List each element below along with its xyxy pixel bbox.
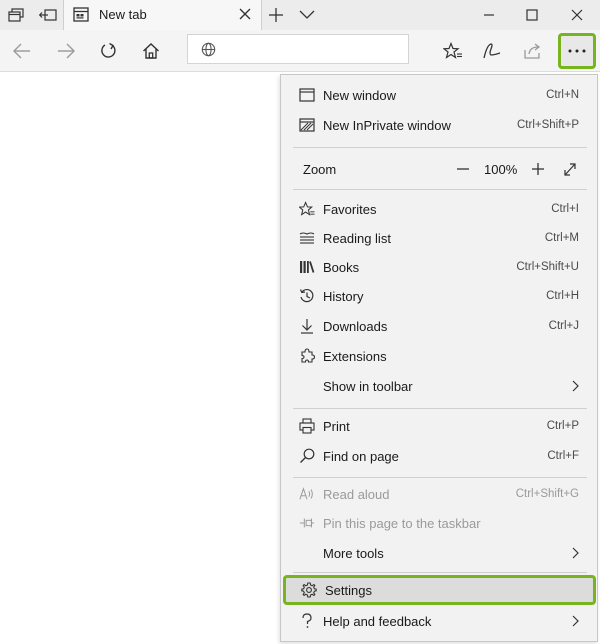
new-tab-icon[interactable] — [267, 6, 285, 24]
menu-item-find-on-page[interactable]: Find on page Ctrl+F — [281, 442, 599, 470]
tab-title: New tab — [99, 7, 147, 22]
set-aside-tabs-icon[interactable] — [37, 5, 59, 25]
tab-list-chevron-icon[interactable] — [298, 8, 316, 22]
settings-more-menu: New window Ctrl+N New InPrivate window C… — [280, 74, 598, 642]
chevron-right-icon — [570, 380, 580, 392]
menu-item-downloads[interactable]: Downloads Ctrl+J — [281, 312, 599, 340]
menu-item-new-inprivate-window[interactable]: New InPrivate window Ctrl+Shift+P — [281, 111, 599, 139]
menu-item-help-and-feedback[interactable]: Help and feedback — [281, 607, 599, 635]
menu-separator — [293, 408, 587, 409]
inprivate-icon — [299, 117, 315, 133]
chevron-right-icon — [570, 615, 580, 627]
pen-notes-icon[interactable] — [480, 39, 504, 63]
globe-icon — [201, 42, 216, 57]
pin-icon — [299, 515, 315, 531]
menu-item-new-window[interactable]: New window Ctrl+N — [281, 81, 599, 109]
menu-item-books[interactable]: Books Ctrl+Shift+U — [281, 253, 599, 281]
menu-item-read-aloud: Read aloud Ctrl+Shift+G — [281, 480, 599, 508]
back-icon[interactable] — [10, 39, 34, 63]
menu-separator — [293, 477, 587, 478]
extensions-icon — [299, 348, 315, 364]
navigation-toolbar — [0, 30, 600, 72]
close-icon[interactable] — [554, 0, 600, 30]
menu-item-more-tools[interactable]: More tools — [281, 539, 599, 567]
address-bar[interactable] — [187, 34, 409, 64]
minimize-icon[interactable] — [466, 0, 512, 30]
forward-icon[interactable] — [54, 39, 78, 63]
menu-item-show-in-toolbar[interactable]: Show in toolbar — [281, 372, 599, 400]
menu-separator — [293, 572, 587, 573]
menu-item-favorites[interactable]: Favorites Ctrl+I — [281, 195, 599, 223]
search-icon — [299, 448, 315, 464]
menu-item-pin-to-taskbar: Pin this page to the taskbar — [281, 509, 599, 537]
menu-item-history[interactable]: History Ctrl+H — [281, 282, 599, 310]
history-icon — [299, 288, 315, 304]
read-aloud-icon — [299, 486, 315, 502]
menu-item-reading-list[interactable]: Reading list Ctrl+M — [281, 224, 599, 252]
gear-icon — [301, 582, 317, 598]
more-ellipsis-icon[interactable] — [558, 33, 596, 69]
menu-separator — [293, 189, 587, 190]
newtab-page-icon — [73, 7, 89, 22]
menu-item-print[interactable]: Print Ctrl+P — [281, 412, 599, 440]
share-icon[interactable] — [521, 39, 545, 63]
books-icon — [299, 259, 315, 275]
window-icon — [299, 87, 315, 103]
close-tab-icon[interactable] — [237, 6, 253, 22]
menu-item-extensions[interactable]: Extensions — [281, 342, 599, 370]
favorites-icon — [299, 201, 315, 217]
refresh-icon[interactable] — [96, 39, 120, 63]
zoom-value: 100% — [484, 162, 518, 177]
menu-separator — [293, 147, 587, 148]
home-icon[interactable] — [139, 39, 163, 63]
zoom-label: Zoom — [303, 162, 337, 177]
download-icon — [299, 318, 315, 334]
address-input[interactable] — [224, 40, 400, 58]
zoom-in-icon[interactable] — [530, 160, 546, 178]
maximize-icon[interactable] — [509, 0, 555, 30]
menu-item-settings[interactable]: Settings — [283, 575, 596, 605]
zoom-out-icon[interactable] — [455, 160, 471, 178]
help-icon — [299, 613, 315, 629]
fullscreen-icon[interactable] — [562, 160, 578, 178]
tab-preview-icon[interactable] — [5, 5, 27, 25]
print-icon — [299, 418, 315, 434]
reading-list-icon — [299, 230, 315, 246]
chevron-right-icon — [570, 547, 580, 559]
favorites-star-icon[interactable] — [441, 39, 465, 63]
title-bar: New tab — [0, 0, 600, 30]
tab-new-tab[interactable]: New tab — [63, 0, 262, 30]
